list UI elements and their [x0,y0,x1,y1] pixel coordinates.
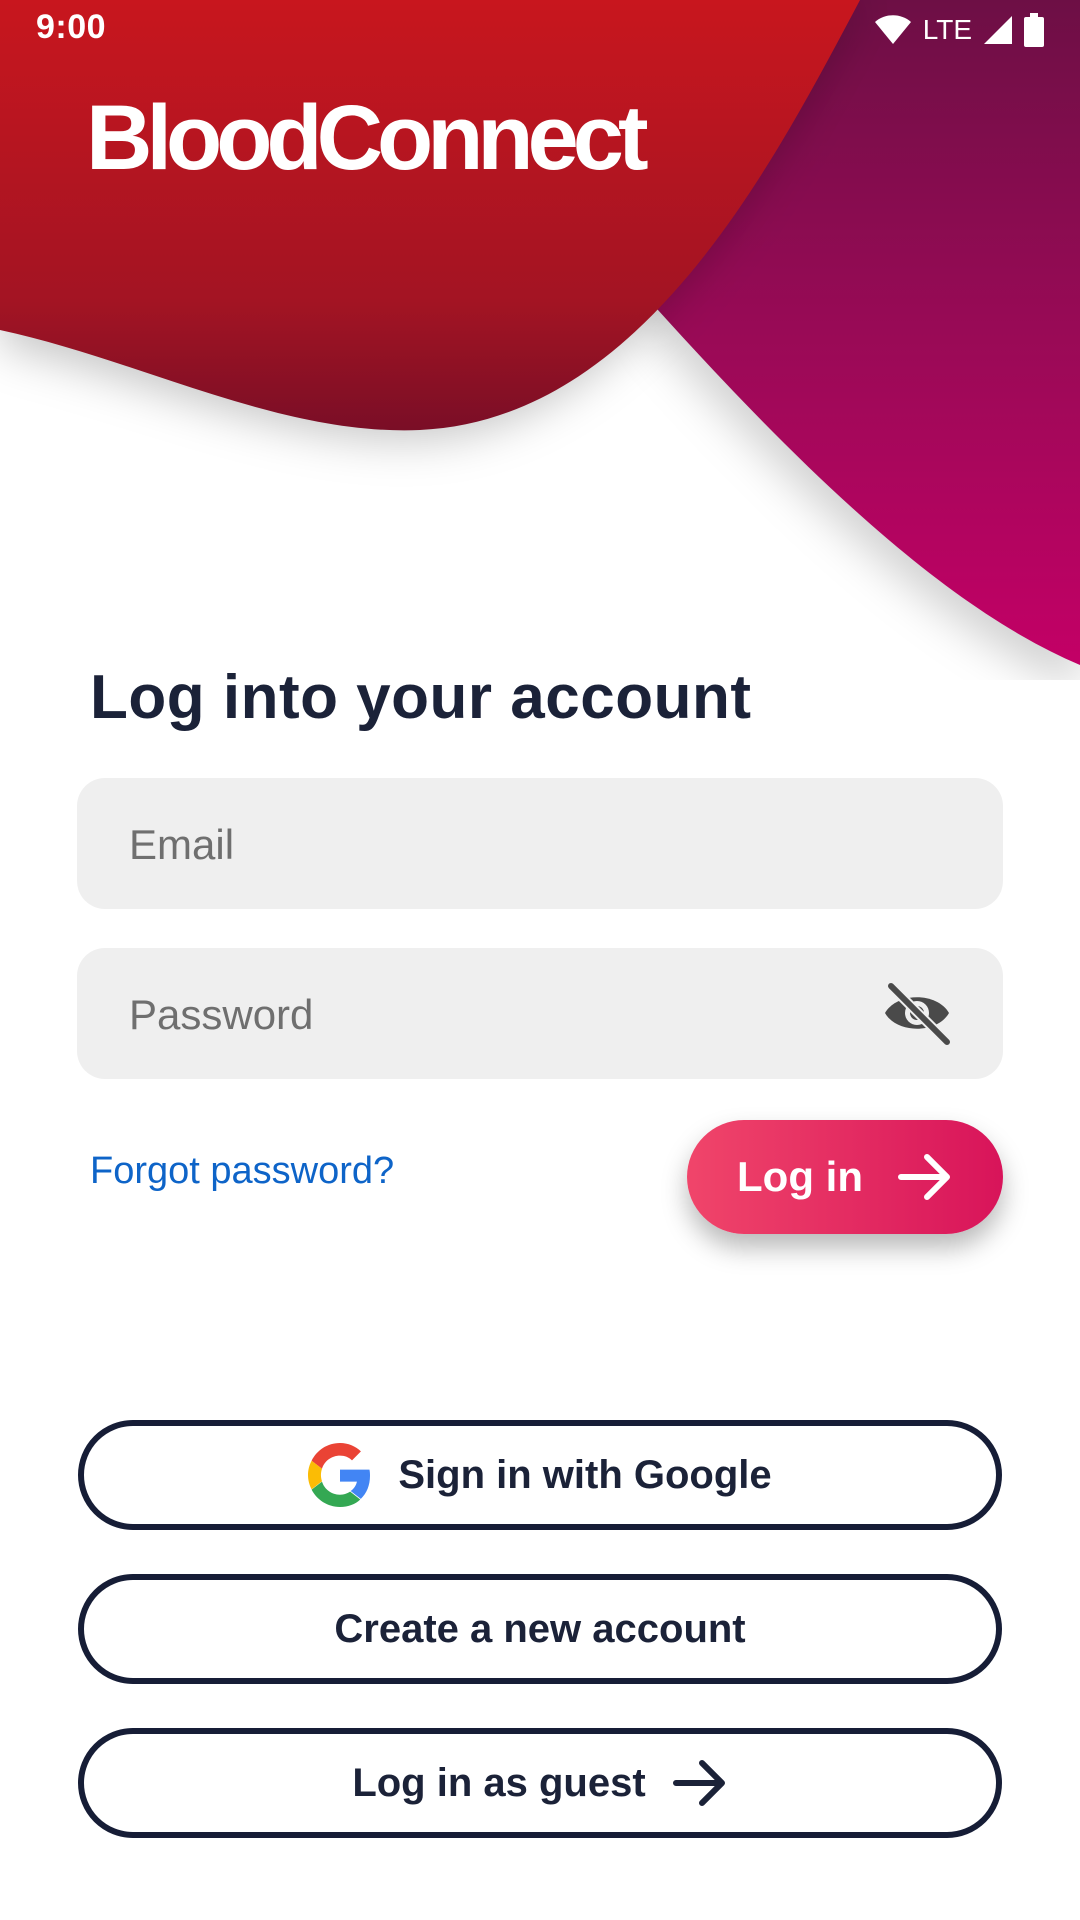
email-input[interactable] [127,778,891,911]
google-g-icon [308,1443,371,1507]
wifi-icon [874,15,911,44]
google-signin-label: Sign in with Google [398,1452,772,1497]
status-icons: LTE [873,10,1044,50]
network-type-label: LTE [922,14,972,45]
arrow-right-icon [672,1760,725,1806]
create-account-label: Create a new account [334,1606,746,1651]
create-account-button[interactable]: Create a new account [78,1574,1002,1684]
password-visibility-toggle[interactable] [881,980,953,1047]
status-time: 9:00 [36,8,107,46]
arrow-right-icon [897,1154,950,1200]
cellular-signal-icon [984,16,1012,44]
forgot-password-link[interactable]: Forgot password? [90,1150,394,1193]
password-field-container [77,948,1003,1081]
app-logo-wordmark: BloodConnect [86,87,649,189]
email-field-container [77,778,1003,911]
login-button[interactable]: Log in [687,1120,1003,1234]
google-signin-button[interactable]: Sign in with Google [78,1420,1002,1530]
login-button-label: Log in [737,1153,863,1200]
eye-off-icon [885,981,952,1047]
status-bar: 9:00 LTE [0,0,1080,60]
guest-login-label: Log in as guest [352,1760,646,1805]
guest-login-button[interactable]: Log in as guest [78,1728,1002,1838]
page-title: Log into your account [90,663,752,732]
password-input[interactable] [127,948,891,1081]
battery-icon [1024,13,1044,47]
